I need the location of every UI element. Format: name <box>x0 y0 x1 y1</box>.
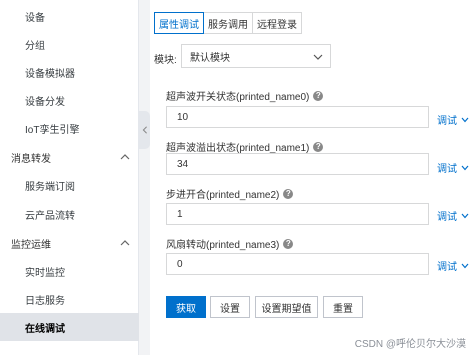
chevron-down-icon <box>461 165 469 170</box>
sidebar-item-online-debug[interactable]: 在线调试 <box>0 313 139 341</box>
sidebar-item-label: 分组 <box>25 40 45 52</box>
debug-label: 调试 <box>437 262 457 273</box>
debug-label: 调试 <box>437 212 457 223</box>
debug-dropdown[interactable]: 调试 <box>437 258 470 273</box>
sidebar-item-device-distribution[interactable]: 设备分发 <box>0 86 139 114</box>
sidebar-item-label: 实时监控 <box>25 267 65 279</box>
property-name: 超声波溢出状态(printed_name1) <box>166 143 310 154</box>
debug-tabs: 属性调试 服务调用 远程登录 <box>154 12 302 34</box>
property-value-input[interactable]: 34 <box>166 153 429 175</box>
tab-service-call[interactable]: 服务调用 <box>203 12 253 34</box>
debug-label: 调试 <box>437 164 457 175</box>
reset-button[interactable]: 重置 <box>323 296 363 318</box>
sidebar-item-label: 在线调试 <box>25 323 65 335</box>
property-value-input[interactable]: 1 <box>166 203 429 225</box>
sidebar-item-label: 日志服务 <box>25 295 65 307</box>
sidebar-group-label: 消息转发 <box>11 153 51 165</box>
sidebar-group-monitoring-ops[interactable]: 监控运维 <box>0 229 139 257</box>
chevron-up-icon <box>120 240 130 246</box>
property-name: 风扇转动(printed_name3) <box>166 240 280 251</box>
property-value: 0 <box>177 258 183 270</box>
sidebar-nav: 设备 分组 设备模拟器 设备分发 IoT孪生引擎 消息转发 服务端订阅 云产品流… <box>0 0 139 355</box>
sidebar-item-log-service[interactable]: 日志服务 <box>0 285 139 313</box>
sidebar-item-server-subscription[interactable]: 服务端订阅 <box>0 171 139 199</box>
chevron-up-icon <box>120 154 130 160</box>
property-name: 步进开合(printed_name2) <box>166 190 280 201</box>
tab-property-debug[interactable]: 属性调试 <box>154 12 204 34</box>
help-icon[interactable]: ? <box>313 141 324 152</box>
module-label: 模块: <box>154 55 177 66</box>
sidebar-item-device-simulator[interactable]: 设备模拟器 <box>0 58 139 86</box>
property-label: 超声波开关状态(printed_name0) ? <box>166 88 324 103</box>
chevron-down-icon <box>313 54 323 60</box>
chevron-down-icon <box>461 263 469 268</box>
sidebar-item-label: 设备模拟器 <box>25 68 75 80</box>
property-value: 10 <box>177 111 189 123</box>
sidebar-item-devices[interactable]: 设备 <box>0 2 139 30</box>
sidebar-collapse-handle[interactable] <box>139 111 150 149</box>
debug-panel: 属性调试 服务调用 远程登录 模块: 默认模块 超声波开关状态(printed_… <box>150 0 474 355</box>
get-button[interactable]: 获取 <box>166 296 206 318</box>
help-icon[interactable]: ? <box>283 238 294 249</box>
chevron-left-icon <box>142 126 147 134</box>
help-icon[interactable]: ? <box>313 90 324 101</box>
set-expected-value-button[interactable]: 设置期望值 <box>255 296 318 318</box>
sidebar-item-iot-twin-engine[interactable]: IoT孪生引擎 <box>0 114 139 142</box>
sidebar-item-realtime-monitoring[interactable]: 实时监控 <box>0 257 139 285</box>
sidebar-item-label: 设备分发 <box>25 96 65 108</box>
property-label: 步进开合(printed_name2) ? <box>166 186 294 201</box>
property-name: 超声波开关状态(printed_name0) <box>166 92 310 103</box>
sidebar-item-label: 服务端订阅 <box>25 181 75 193</box>
property-label: 超声波溢出状态(printed_name1) ? <box>166 139 324 154</box>
watermark: CSDN @呼伦贝尔大沙漠 <box>354 339 466 350</box>
debug-dropdown[interactable]: 调试 <box>437 112 470 127</box>
sidebar-group-message-forwarding[interactable]: 消息转发 <box>0 143 139 171</box>
chevron-down-icon <box>461 213 469 218</box>
property-value-input[interactable]: 10 <box>166 106 429 128</box>
debug-dropdown[interactable]: 调试 <box>437 208 470 223</box>
sidebar-item-label: 设备 <box>25 12 45 24</box>
sidebar-item-label: 云产品流转 <box>25 210 75 222</box>
sidebar-item-cloud-product-flow[interactable]: 云产品流转 <box>0 200 139 228</box>
chevron-down-icon <box>461 117 469 122</box>
tab-remote-login[interactable]: 远程登录 <box>252 12 302 34</box>
property-label: 风扇转动(printed_name3) ? <box>166 236 294 251</box>
debug-label: 调试 <box>437 116 457 127</box>
sidebar-item-label: IoT孪生引擎 <box>25 124 80 136</box>
sidebar-item-groups[interactable]: 分组 <box>0 30 139 58</box>
module-select[interactable]: 默认模块 <box>181 44 331 68</box>
sidebar-group-label: 监控运维 <box>11 239 51 251</box>
module-select-value: 默认模块 <box>190 52 230 64</box>
set-button[interactable]: 设置 <box>210 296 250 318</box>
help-icon[interactable]: ? <box>283 188 294 199</box>
property-value: 1 <box>177 208 183 220</box>
debug-dropdown[interactable]: 调试 <box>437 160 470 175</box>
property-value-input[interactable]: 0 <box>166 253 429 275</box>
property-value: 34 <box>177 158 189 170</box>
